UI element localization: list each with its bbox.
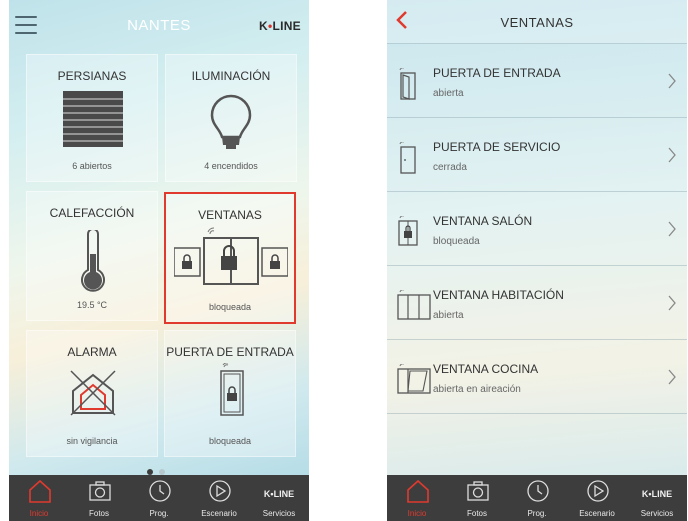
tile-title: VENTANAS — [198, 208, 262, 222]
kline-logo: K•LINE — [263, 489, 295, 499]
window-tilt-icon — [397, 364, 431, 394]
door-open-icon — [399, 68, 416, 100]
home-icon — [29, 479, 51, 503]
tile-iluminacion[interactable]: ILUMINACIÓN 4 encendidos — [165, 54, 297, 182]
tile-alarma[interactable]: ALARMA sin vigilancia — [26, 330, 158, 457]
nav-servicios[interactable]: K•LINE Servicios — [249, 475, 309, 521]
item-name: VENTANA COCINA — [433, 362, 539, 376]
home-screen: NANTES K•LINE PERSIANAS 6 abiertos ILUMI… — [9, 0, 309, 521]
door-closed-icon — [399, 142, 416, 174]
window-lock-icon — [174, 227, 288, 285]
shutter-icon — [63, 91, 123, 147]
nav-prog[interactable]: Prog. — [129, 475, 189, 521]
tile-title: PERSIANAS — [57, 69, 127, 83]
camera-icon — [467, 481, 489, 501]
tile-status: bloqueada — [208, 436, 252, 446]
tile-title: CALEFACCIÓN — [49, 206, 135, 220]
tile-status: 6 abiertos — [72, 161, 112, 171]
list-item-ventana-salon[interactable]: VENTANA SALÓN bloqueada — [387, 192, 687, 266]
play-icon — [209, 480, 231, 502]
bulb-icon — [210, 94, 252, 149]
nav-inicio[interactable]: Inicio — [9, 475, 69, 521]
item-name: PUERTA DE SERVICIO — [433, 140, 561, 154]
list-item-ventana-habitacion[interactable]: VENTANA HABITACIÓN abierta — [387, 266, 687, 340]
play-icon — [587, 480, 609, 502]
tile-status: 19.5 °C — [76, 300, 108, 310]
tile-title: ALARMA — [67, 345, 117, 359]
bottom-nav: Inicio Fotos Prog. Escenario K•LINE Serv… — [9, 475, 309, 521]
chevron-right-icon[interactable] — [667, 72, 677, 90]
nav-prog[interactable]: Prog. — [507, 475, 567, 521]
door-lock-icon — [220, 363, 244, 416]
chevron-right-icon[interactable] — [667, 146, 677, 164]
window-open-icon — [397, 290, 431, 320]
item-status: abierta en aireación — [433, 384, 521, 395]
list-item-puerta-servicio[interactable]: PUERTA DE SERVICIO cerrada — [387, 118, 687, 192]
home-icon — [407, 479, 429, 503]
chevron-right-icon[interactable] — [667, 220, 677, 238]
tile-ventanas[interactable]: VENTANAS bloqueada — [164, 192, 296, 324]
list-item-puerta-entrada[interactable]: PUERTA DE ENTRADA abierta — [387, 44, 687, 118]
chevron-right-icon[interactable] — [667, 368, 677, 386]
kline-logo: K•LINE — [641, 489, 673, 499]
page-title: VENTANAS — [500, 15, 574, 30]
item-name: PUERTA DE ENTRADA — [433, 66, 561, 80]
item-status: bloqueada — [433, 236, 480, 247]
windows-screen: VENTANAS PUERTA DE ENTRADA abierta PUERT… — [387, 0, 687, 521]
home-header: NANTES K•LINE — [9, 0, 309, 52]
camera-icon — [89, 481, 111, 501]
nav-escenario[interactable]: Escenario — [567, 475, 627, 521]
nav-fotos[interactable]: Fotos — [447, 475, 507, 521]
tile-status: 4 encendidos — [204, 161, 258, 171]
nav-inicio[interactable]: Inicio — [387, 475, 447, 521]
kline-logo: K•LINE — [258, 19, 301, 33]
tile-status: bloqueada — [208, 302, 252, 312]
bottom-nav: Inicio Fotos Prog. Escenario K•LINE Serv… — [387, 475, 687, 521]
house-alarm-icon — [70, 370, 116, 416]
item-status: cerrada — [433, 162, 467, 173]
nav-fotos[interactable]: Fotos — [69, 475, 129, 521]
tile-persianas[interactable]: PERSIANAS 6 abiertos — [26, 54, 158, 182]
thermometer-icon — [81, 230, 105, 292]
nav-escenario[interactable]: Escenario — [189, 475, 249, 521]
tile-puerta-entrada[interactable]: PUERTA DE ENTRADA bloqueada — [164, 330, 296, 457]
tile-title: PUERTA DE ENTRADA — [166, 345, 294, 359]
tile-title: ILUMINACIÓN — [191, 69, 271, 83]
item-name: VENTANA HABITACIÓN — [433, 288, 564, 302]
clock-icon — [149, 480, 171, 502]
windows-header: VENTANAS — [387, 0, 687, 44]
item-name: VENTANA SALÓN — [433, 214, 533, 228]
tile-status: sin vigilancia — [66, 436, 118, 446]
tile-calefaccion[interactable]: CALEFACCIÓN 19.5 °C — [26, 191, 158, 321]
window-locked-icon — [398, 216, 418, 246]
item-status: abierta — [433, 88, 464, 99]
nav-servicios[interactable]: K•LINE Servicios — [627, 475, 687, 521]
chevron-right-icon[interactable] — [667, 294, 677, 312]
item-status: abierta — [433, 310, 464, 321]
list-item-ventana-cocina[interactable]: VENTANA COCINA abierta en aireación — [387, 340, 687, 414]
clock-icon — [527, 480, 549, 502]
